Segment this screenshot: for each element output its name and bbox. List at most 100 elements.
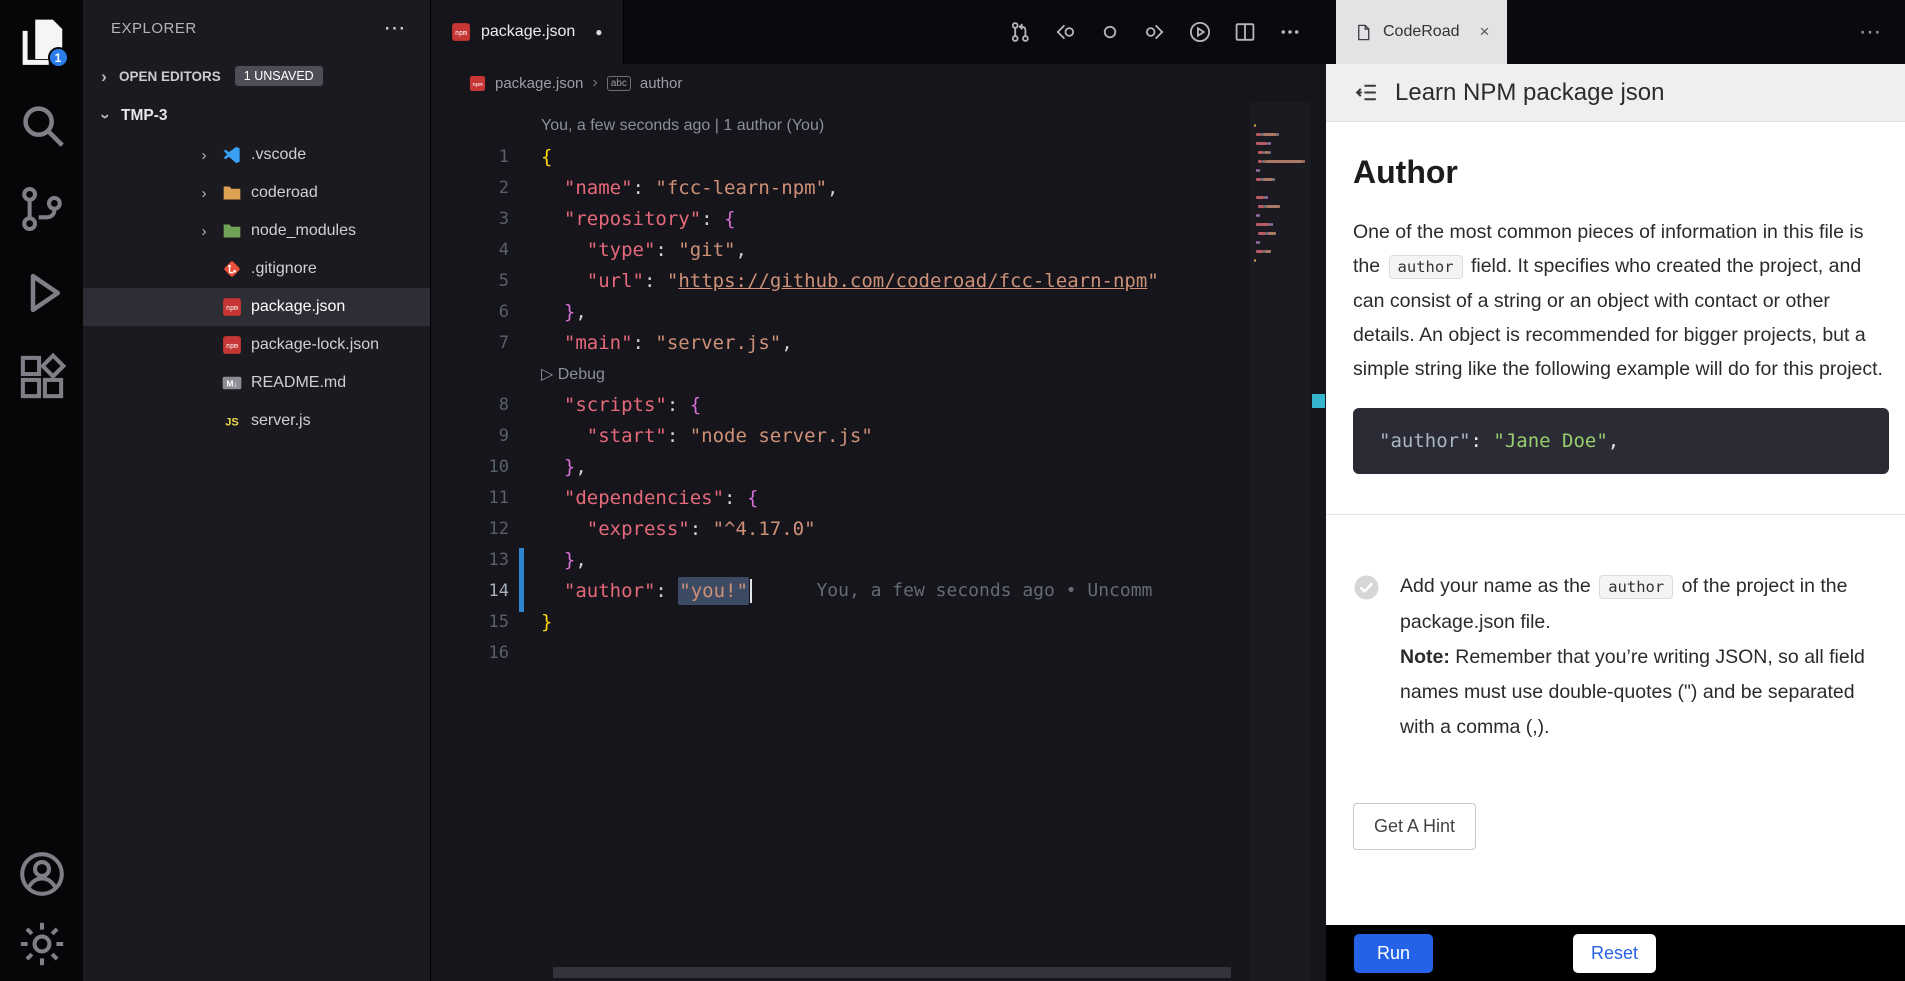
chevron-right-icon[interactable]: › <box>195 148 213 163</box>
code-text: "author": "you!"You, a few seconds ago •… <box>509 577 1152 605</box>
line-number[interactable]: 15 <box>431 612 509 632</box>
tab-title: CodeRoad <box>1383 23 1460 41</box>
activity-item-run-debug[interactable] <box>15 266 69 320</box>
activity-item-search[interactable] <box>15 98 69 152</box>
line-number[interactable]: 16 <box>431 643 509 663</box>
line-number[interactable]: 13 <box>431 550 509 570</box>
code-line-10[interactable]: 10 }, <box>431 451 1326 482</box>
line-number[interactable]: 8 <box>431 395 509 415</box>
code-line-7[interactable]: 7 "main": "server.js", <box>431 327 1326 358</box>
code-editor[interactable]: You, a few seconds ago | 1 author (You)1… <box>431 102 1326 981</box>
circle-icon <box>1098 20 1122 44</box>
chevron-right-icon[interactable]: › <box>195 186 213 201</box>
js-icon: JS <box>222 411 242 431</box>
line-number[interactable]: 4 <box>431 240 509 260</box>
code-line-12[interactable]: 12 "express": "^4.17.0" <box>431 513 1326 544</box>
root-folder-row[interactable]: › TMP-3 <box>83 96 430 136</box>
line-number[interactable]: 10 <box>431 457 509 477</box>
split-editor-button[interactable] <box>1227 14 1263 50</box>
get-hint-button[interactable]: Get A Hint <box>1353 803 1476 850</box>
open-editors-section[interactable]: › OPEN EDITORS 1 UNSAVED <box>83 56 430 96</box>
section-title: Author <box>1353 154 1883 191</box>
line-number[interactable]: 2 <box>431 178 509 198</box>
line-number[interactable]: 1 <box>431 147 509 167</box>
code-line-4[interactable]: 4 "type": "git", <box>431 234 1326 265</box>
file-tree-item-serverjs[interactable]: JSserver.js <box>83 402 430 440</box>
nav-back-circle-button[interactable] <box>1047 14 1083 50</box>
breadcrumb: npm package.json › abc author <box>431 64 1326 102</box>
minimap[interactable] <box>1250 102 1310 981</box>
breadcrumb-item-file[interactable]: package.json <box>495 75 583 92</box>
activity-item-explorer[interactable]: 1 <box>15 14 69 68</box>
code-line-3[interactable]: 3 "repository": { <box>431 203 1326 234</box>
code-line-2[interactable]: 2 "name": "fcc-learn-npm", <box>431 172 1326 203</box>
file-tree-item-node_modules[interactable]: ›node_modules <box>83 212 430 250</box>
document-icon <box>1354 23 1373 42</box>
task-check-icon[interactable] <box>1353 574 1380 601</box>
divider <box>1326 514 1905 515</box>
close-icon[interactable]: × <box>1480 22 1490 42</box>
coderoad-footer: Run Reset <box>1326 925 1905 981</box>
breadcrumb-item-symbol[interactable]: author <box>640 75 683 92</box>
code-line-6[interactable]: 6 }, <box>431 296 1326 327</box>
line-number[interactable]: 6 <box>431 302 509 322</box>
vscode-folder-icon <box>222 145 242 165</box>
file-tree-item-coderoad[interactable]: ›coderoad <box>83 174 430 212</box>
play-circle-button[interactable] <box>1182 14 1218 50</box>
line-number[interactable]: 9 <box>431 426 509 446</box>
codelens-label[interactable]: You, a few seconds ago | 1 author (You) <box>509 117 824 135</box>
codelens-row[interactable]: ▷ Debug <box>431 358 1326 389</box>
svg-text:M↓: M↓ <box>226 378 237 388</box>
menu-back-icon[interactable] <box>1353 79 1380 106</box>
code-line-16[interactable]: 16 <box>431 637 1326 668</box>
lesson-title: Learn NPM package json <box>1395 79 1664 107</box>
code-line-5[interactable]: 5 "url": "https://github.com/coderoad/fc… <box>431 265 1326 296</box>
line-number[interactable]: 14 <box>431 581 509 601</box>
git-compare-button[interactable] <box>1002 14 1038 50</box>
file-tree-item-package-lockjson[interactable]: npmpackage-lock.json <box>83 326 430 364</box>
codelens-label[interactable]: ▷ Debug <box>509 364 605 384</box>
more-actions-icon[interactable]: ⋯ <box>1859 19 1905 45</box>
file-tree-item-READMEmd[interactable]: M↓README.md <box>83 364 430 402</box>
activity-item-extensions[interactable] <box>15 350 69 404</box>
code-line-8[interactable]: 8 "scripts": { <box>431 389 1326 420</box>
folder-orange-icon <box>222 183 242 203</box>
tab-package-json[interactable]: npm package.json ● <box>431 0 624 64</box>
nav-forward-circle-button[interactable] <box>1137 14 1173 50</box>
code-line-9[interactable]: 9 "start": "node server.js" <box>431 420 1326 451</box>
line-number[interactable]: 5 <box>431 271 509 291</box>
nav-back-circle-icon <box>1053 20 1077 44</box>
tab-coderoad[interactable]: CodeRoad × <box>1336 0 1507 64</box>
code-line-14[interactable]: 14 "author": "you!"You, a few seconds ag… <box>431 575 1326 606</box>
code-text: }, <box>509 301 587 323</box>
lesson-content: Author One of the most common pieces of … <box>1326 122 1905 925</box>
circle-button[interactable] <box>1092 14 1128 50</box>
line-number[interactable]: 12 <box>431 519 509 539</box>
file-tree: ›.vscode›coderoad›node_modules.gitignore… <box>83 136 430 440</box>
file-tree-item-packagejson[interactable]: npmpackage.json <box>83 288 430 326</box>
code-line-1[interactable]: 1{ <box>431 141 1326 172</box>
explorer-badge: 1 <box>48 47 69 68</box>
file-tree-item-gitignore[interactable]: .gitignore <box>83 250 430 288</box>
line-number[interactable]: 3 <box>431 209 509 229</box>
reset-button[interactable]: Reset <box>1573 934 1656 973</box>
code-line-11[interactable]: 11 "dependencies": { <box>431 482 1326 513</box>
inline-blame: You, a few seconds ago • Uncomm <box>816 580 1152 601</box>
run-button[interactable]: Run <box>1354 934 1433 973</box>
file-tree-item-vscode[interactable]: ›.vscode <box>83 136 430 174</box>
extensions-icon <box>15 350 69 404</box>
play-circle-icon <box>1188 20 1212 44</box>
more-actions-icon[interactable]: ⋯ <box>384 17 407 39</box>
line-number[interactable]: 11 <box>431 488 509 508</box>
activity-item-source-control[interactable] <box>15 182 69 236</box>
codelens-row[interactable]: You, a few seconds ago | 1 author (You) <box>431 110 1326 141</box>
activity-item-settings[interactable] <box>15 917 69 971</box>
line-number[interactable]: 7 <box>431 333 509 353</box>
code-line-15[interactable]: 15} <box>431 606 1326 637</box>
more-actions-button[interactable] <box>1272 14 1308 50</box>
chevron-right-icon[interactable]: › <box>195 224 213 239</box>
code-line-13[interactable]: 13 }, <box>431 544 1326 575</box>
horizontal-scrollbar[interactable] <box>553 967 1231 978</box>
modified-dot-icon[interactable]: ● <box>595 25 602 39</box>
activity-item-account[interactable] <box>15 847 69 901</box>
